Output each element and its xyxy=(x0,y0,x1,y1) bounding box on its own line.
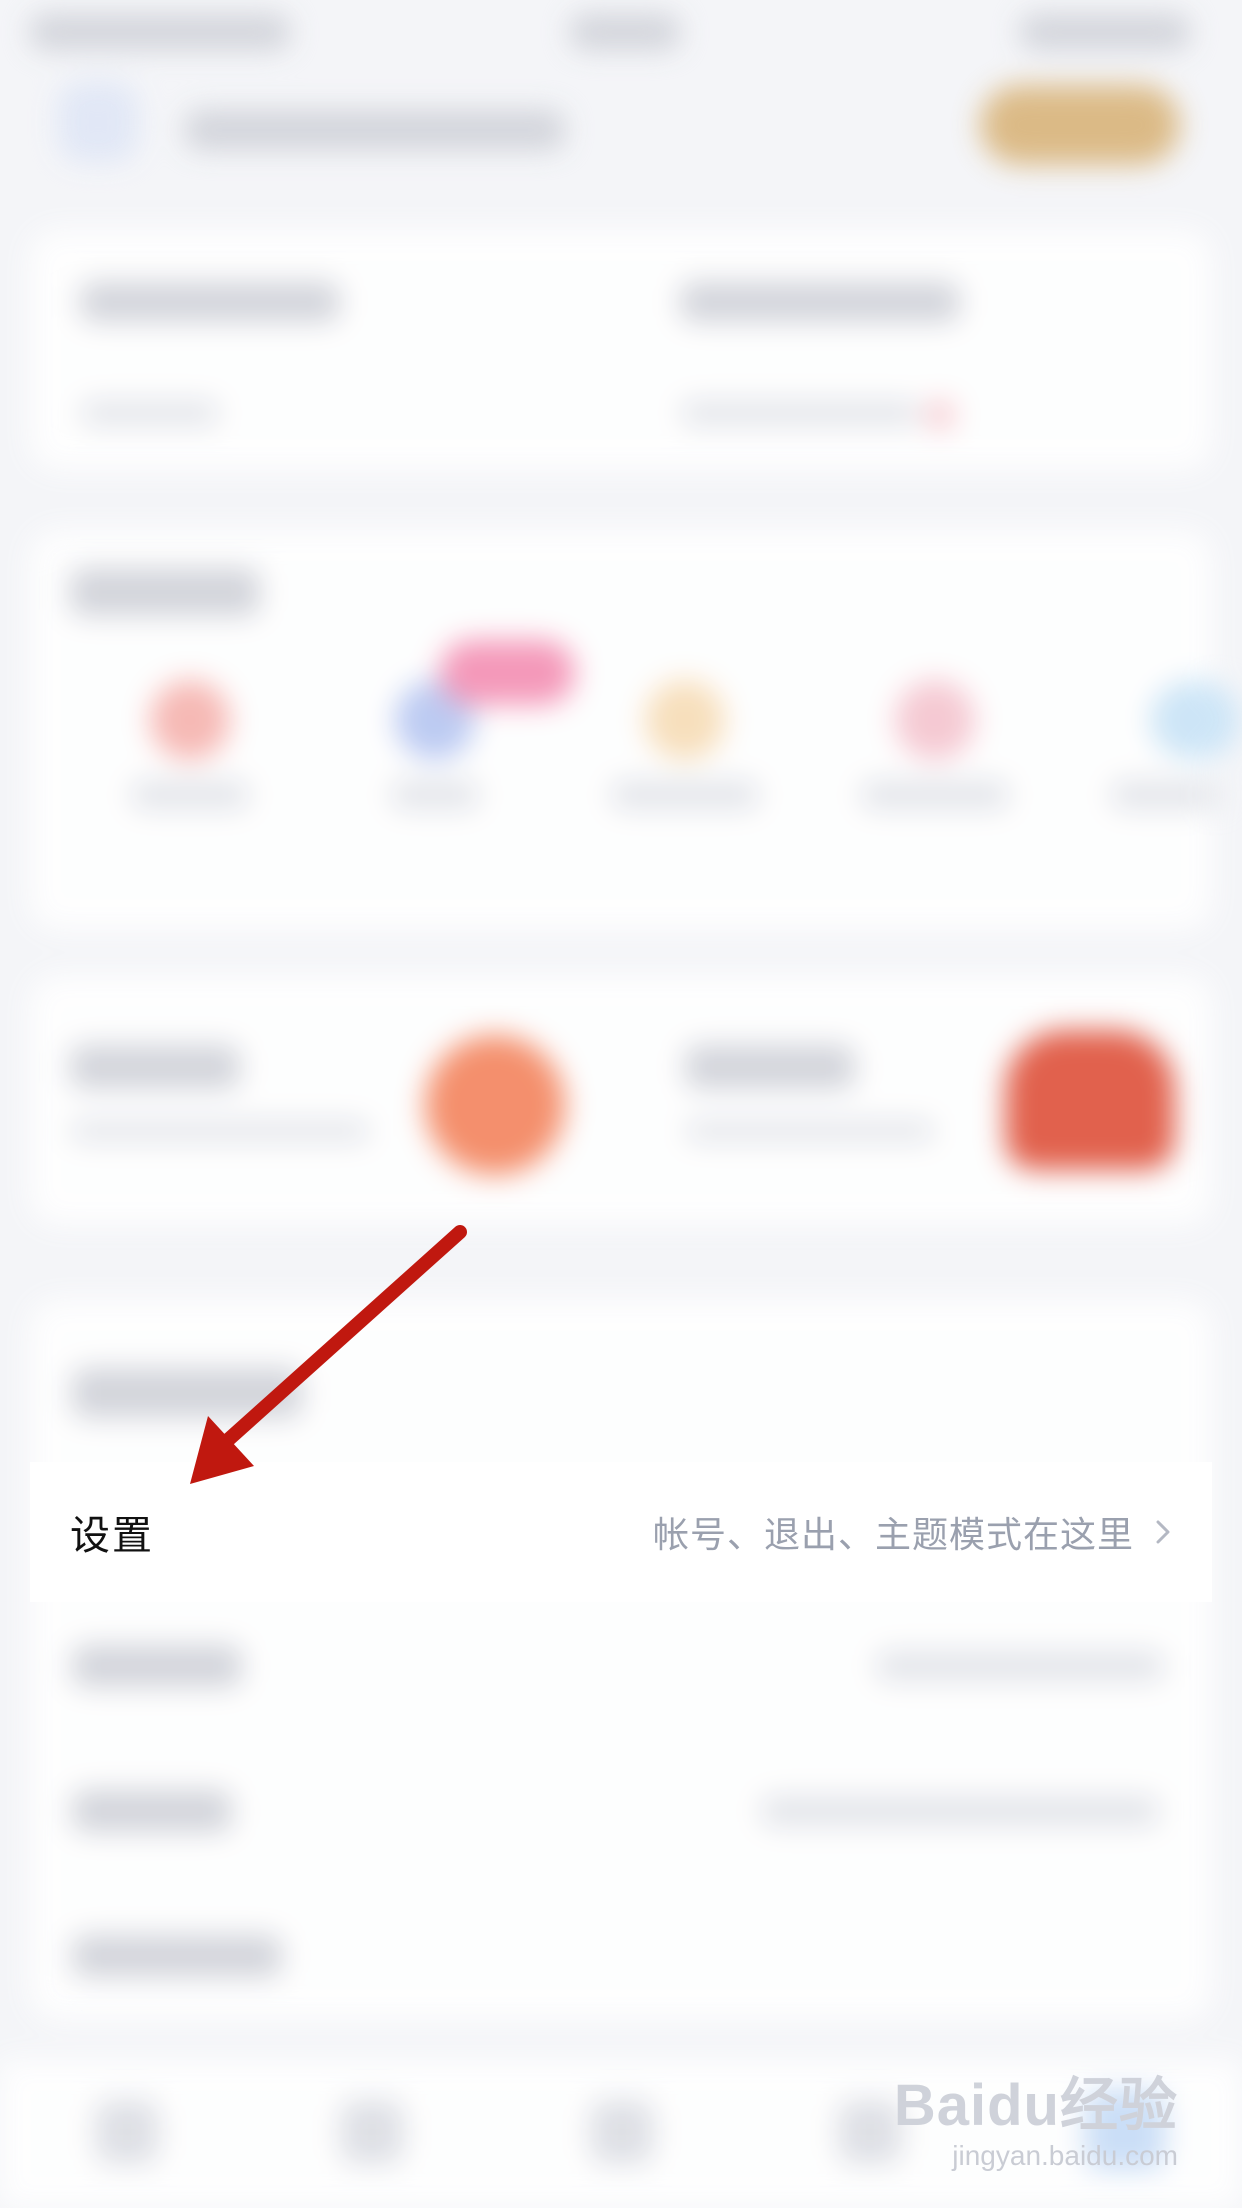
settings-right-group: 帐号、退出、主题模式在这里 xyxy=(653,1506,1178,1558)
stats-right-sub xyxy=(680,400,920,426)
services-title xyxy=(70,568,260,616)
menu-item-2-desc xyxy=(875,1650,1165,1682)
status-bar-center xyxy=(570,14,680,50)
avatar xyxy=(58,82,138,162)
menu-item-2-title xyxy=(72,1645,242,1687)
more-section-title xyxy=(72,1368,302,1418)
settings-description: 帐号、退出、主题模式在这里 xyxy=(652,1515,1134,1556)
promo-left-title xyxy=(70,1045,240,1089)
header-title xyxy=(185,110,565,150)
service-icon-4 xyxy=(895,680,975,760)
tab-icon-4 xyxy=(838,2100,902,2164)
tab-icon-3 xyxy=(590,2100,654,2164)
service-label-5 xyxy=(1110,780,1220,810)
promo-orange-icon xyxy=(425,1035,565,1175)
promo-red-icon xyxy=(1005,1030,1175,1170)
promo-right-title xyxy=(685,1045,855,1089)
stats-left-title xyxy=(80,282,340,322)
stats-card xyxy=(30,230,1212,470)
promo-left-sub xyxy=(70,1120,370,1142)
status-bar-right xyxy=(1020,14,1190,50)
menu-item-3-title xyxy=(72,1790,232,1832)
settings-title: 设置 xyxy=(70,1513,154,1559)
service-label-2 xyxy=(390,780,480,810)
chevron-right-icon xyxy=(1156,1520,1170,1544)
tab-icon-2 xyxy=(340,2100,404,2164)
service-label-1 xyxy=(130,780,250,810)
service-icon-5 xyxy=(1150,680,1240,760)
app-screen: 设置 帐号、退出、主题模式在这里 Baidu经验 jingyan.baidu.c… xyxy=(0,0,1242,2208)
blurred-background xyxy=(0,0,1242,2208)
tab-icon-1 xyxy=(95,2100,159,2164)
vip-badge xyxy=(980,85,1180,165)
stats-red-dot xyxy=(925,400,955,430)
service-badge xyxy=(440,640,575,705)
baidu-watermark: Baidu经验 jingyan.baidu.com xyxy=(894,2058,1178,2172)
stats-left-sub xyxy=(80,400,220,426)
menu-item-4-title xyxy=(72,1935,282,1977)
service-icon-1 xyxy=(150,680,230,760)
watermark-url: jingyan.baidu.com xyxy=(952,2140,1178,2171)
status-bar-time xyxy=(30,14,290,50)
settings-menu-item[interactable]: 设置 帐号、退出、主题模式在这里 xyxy=(30,1462,1212,1602)
service-icon-3 xyxy=(645,680,725,760)
service-label-4 xyxy=(860,780,1010,810)
promo-right-sub xyxy=(685,1120,935,1142)
watermark-brand: Baidu经验 xyxy=(893,2073,1178,2138)
service-label-3 xyxy=(610,780,760,810)
stats-right-title xyxy=(680,282,960,322)
menu-item-3-desc xyxy=(760,1795,1160,1827)
